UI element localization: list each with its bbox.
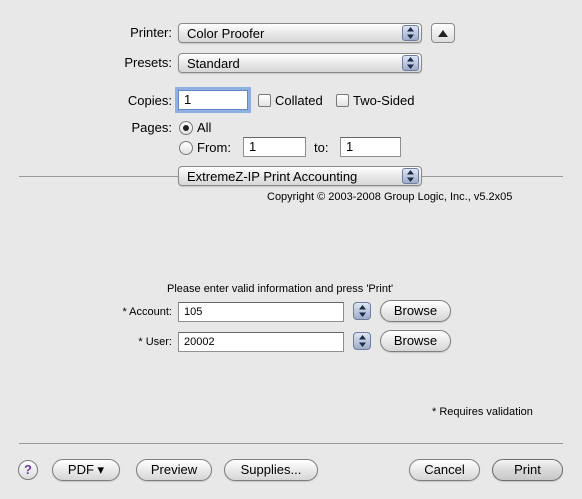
panel-popup-value: ExtremeZ-IP Print Accounting — [187, 169, 358, 184]
collated-label: Collated — [275, 93, 323, 108]
pages-from-radio[interactable] — [179, 141, 193, 155]
printer-value: Color Proofer — [187, 26, 265, 41]
pages-to-field[interactable]: 1 — [340, 137, 401, 157]
updown-arrows-icon — [402, 55, 419, 71]
pages-all-radio[interactable] — [179, 121, 193, 135]
supplies-button[interactable]: Supplies... — [224, 459, 318, 481]
two-sided-checkbox[interactable] — [336, 94, 349, 107]
account-field[interactable]: 105 — [178, 302, 344, 322]
copies-field[interactable]: 1 — [178, 90, 248, 110]
presets-label: Presets: — [124, 55, 172, 70]
instruction-text: Please enter valid information and press… — [167, 283, 394, 295]
footer-separator — [19, 443, 563, 444]
account-label: * Account: — [122, 306, 172, 318]
account-stepper[interactable] — [353, 302, 371, 320]
presets-popup[interactable]: Standard — [178, 53, 422, 73]
panel-popup[interactable]: ExtremeZ-IP Print Accounting — [178, 166, 422, 186]
printer-popup[interactable]: Color Proofer — [178, 23, 422, 43]
updown-arrows-icon — [402, 25, 419, 41]
copies-label: Copies: — [127, 93, 172, 108]
pages-from-label: From: — [197, 140, 231, 155]
help-button[interactable]: ? — [18, 460, 38, 480]
pages-to-label: to: — [314, 140, 329, 155]
print-button[interactable]: Print — [492, 459, 563, 481]
printer-label: Printer: — [130, 25, 172, 40]
presets-value: Standard — [187, 56, 240, 71]
updown-arrows-icon — [358, 335, 366, 347]
user-stepper[interactable] — [353, 332, 371, 350]
copyright-text: Copyright © 2003-2008 Group Logic, Inc.,… — [267, 191, 513, 203]
user-label: * User: — [138, 336, 172, 348]
updown-arrows-icon — [402, 168, 419, 184]
two-sided-label: Two-Sided — [353, 93, 415, 108]
preview-button[interactable]: Preview — [136, 459, 212, 481]
pages-all-label: All — [197, 120, 212, 135]
account-browse-button[interactable]: Browse — [380, 300, 451, 322]
triangle-up-icon — [438, 29, 448, 37]
pages-label: Pages: — [131, 120, 172, 135]
disclosure-toggle-button[interactable] — [431, 23, 455, 43]
user-browse-button[interactable]: Browse — [380, 330, 451, 352]
collated-checkbox[interactable] — [258, 94, 271, 107]
pages-from-field[interactable]: 1 — [243, 137, 306, 157]
user-field[interactable]: 20002 — [178, 332, 344, 352]
updown-arrows-icon — [358, 305, 366, 317]
cancel-button[interactable]: Cancel — [409, 459, 480, 481]
requires-validation-note: * Requires validation — [432, 406, 533, 418]
pdf-menu-button[interactable]: PDF ▾ — [52, 459, 120, 481]
